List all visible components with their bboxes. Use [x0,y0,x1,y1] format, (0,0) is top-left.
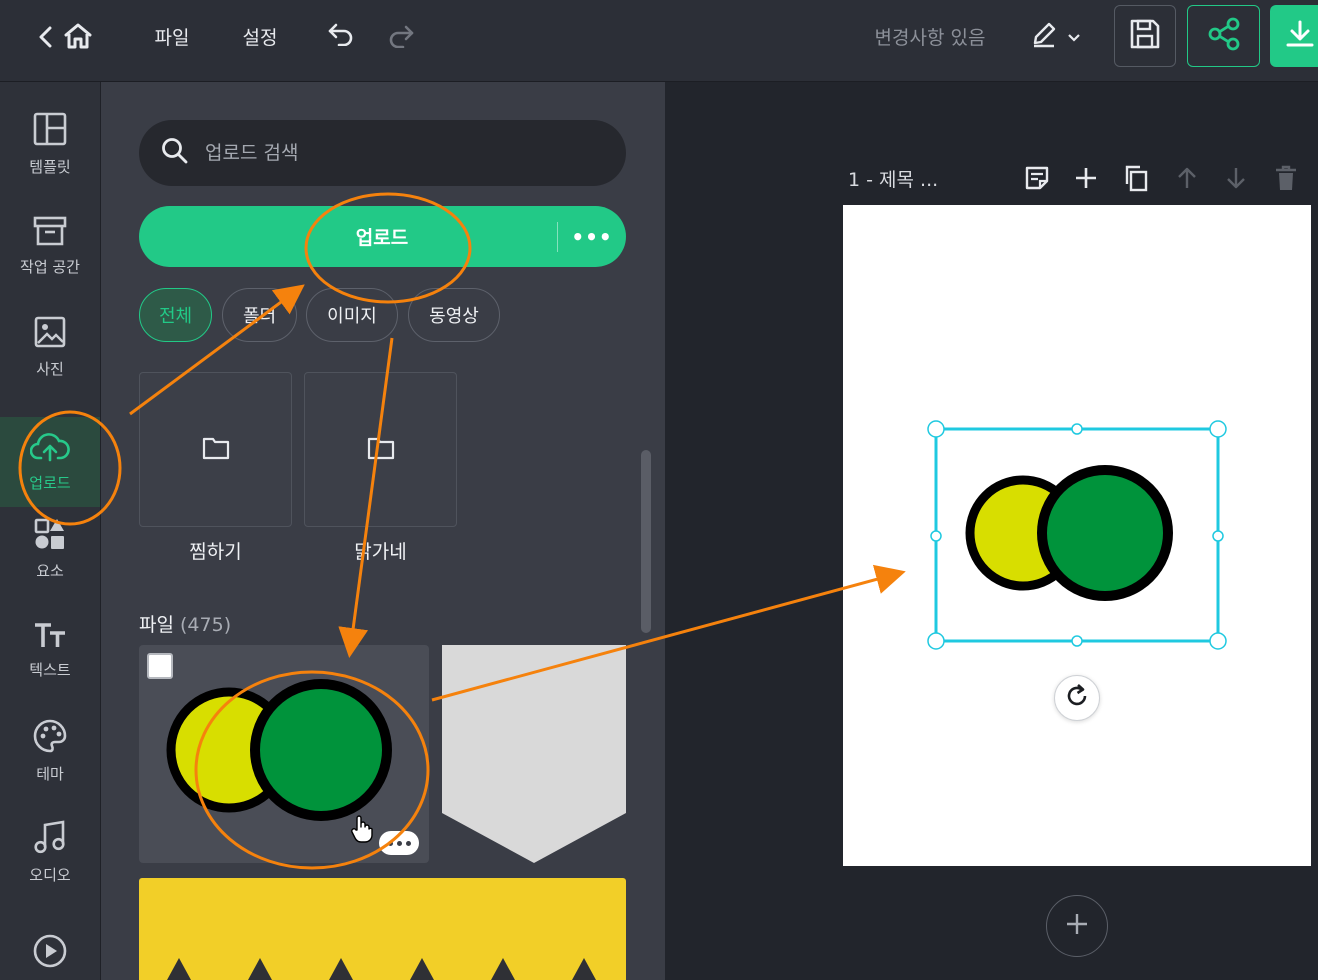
filter-chip-all[interactable]: 전체 [139,288,212,342]
more-options-icon[interactable] [379,831,419,855]
canvas-area: 1 - 제목 ... [665,82,1318,980]
move-page-up-icon[interactable] [1171,162,1203,194]
file-thumbnail-circles[interactable] [139,645,429,863]
palette-icon [33,719,67,757]
folder-card[interactable] [304,372,457,527]
delete-page-icon[interactable] [1270,162,1302,194]
layout-icon [33,112,67,150]
download-icon [1285,19,1315,53]
nav-label: 요소 [36,561,64,580]
banner-image [442,645,626,863]
save-status: 변경사항 있음 [874,26,986,49]
nav-label: 사진 [36,359,64,378]
edit-mode-button[interactable] [1022,18,1088,54]
nav-item-uploads[interactable]: 업로드 [0,417,100,507]
page-notes-icon[interactable] [1021,162,1053,194]
nav-label: 오디오 [29,865,71,884]
pattern-image [167,958,596,980]
files-label: 파일 [139,614,174,636]
share-icon [1207,17,1241,55]
nav-item-video[interactable] [0,912,100,980]
archive-icon [33,216,67,250]
files-count: (475) [180,614,232,636]
left-nav: 템플릿 작업 공간 사진 업로드 요소 텍스트 테마 오디오 [0,82,101,980]
nav-item-templates[interactable]: 템플릿 [0,98,100,190]
image-icon [34,316,66,352]
search-icon [161,137,189,169]
nav-label: 텍스트 [29,660,71,679]
save-icon [1129,18,1161,54]
search-input[interactable] [205,142,585,164]
nav-item-photos[interactable]: 사진 [0,301,100,393]
rotate-handle[interactable] [1054,675,1100,721]
filter-chip-image[interactable]: 이미지 [306,288,398,342]
panel-scrollbar[interactable] [641,450,651,633]
pencil-icon [1030,20,1058,52]
nav-label: 업로드 [29,473,71,492]
uploads-panel: 업로드 ••• 전체 폴더 이미지 동영상 찜하기 닭가네 파일 (475) [101,82,665,980]
shapes-icon [34,518,66,554]
upload-button-label: 업로드 [355,227,409,249]
nav-item-text[interactable]: 텍스트 [0,604,100,696]
filter-chip-video[interactable]: 동영상 [408,288,500,342]
add-page-button[interactable] [1046,895,1108,957]
nav-item-audio[interactable]: 오디오 [0,806,100,898]
design-page[interactable] [843,205,1311,866]
folder-icon [367,436,395,464]
page-content [927,420,1227,650]
duplicate-page-icon[interactable] [1120,162,1152,194]
nav-label: 작업 공간 [20,257,80,276]
filter-chip-folder[interactable]: 폴더 [222,288,297,342]
more-options-icon[interactable]: ••• [558,225,626,249]
undo-icon[interactable] [324,18,358,50]
top-bar: 파일 설정 변경사항 있음 [0,0,1318,82]
files-heading: 파일 (475) [139,610,231,637]
plus-icon [1065,912,1089,940]
page-title[interactable]: 1 - 제목 ... [848,165,938,192]
folder-card[interactable] [139,372,292,527]
file-thumbnail-pattern[interactable] [139,878,626,980]
cloud-upload-icon [29,432,70,466]
folder-name: 찜하기 [189,541,242,563]
upload-button[interactable]: 업로드 ••• [139,206,626,267]
redo-icon[interactable] [384,20,418,52]
hand-cursor-icon [351,815,373,847]
select-checkbox[interactable] [147,653,173,679]
download-button[interactable] [1270,5,1318,67]
rotate-icon [1064,683,1090,713]
search-bar[interactable] [139,120,626,186]
settings-menu[interactable]: 설정 [234,20,286,52]
text-icon [33,621,67,653]
folder-icon [202,436,230,464]
nav-item-themes[interactable]: 테마 [0,705,100,797]
music-icon [34,819,66,858]
chevron-down-icon [1068,27,1080,46]
add-page-icon[interactable] [1070,162,1102,194]
save-button[interactable] [1114,5,1176,67]
file-menu[interactable]: 파일 [146,20,198,52]
nav-label: 테마 [36,764,64,783]
nav-label: 템플릿 [29,157,71,176]
share-button[interactable] [1187,5,1260,67]
circles-image [166,679,392,821]
file-thumbnail-banner[interactable] [442,645,626,863]
nav-item-workspace[interactable]: 작업 공간 [0,200,100,292]
folder-name: 닭가네 [354,541,407,563]
move-page-down-icon[interactable] [1220,162,1252,194]
back-icon[interactable] [34,24,58,50]
nav-item-elements[interactable]: 요소 [0,503,100,595]
play-circle-icon [33,934,67,972]
home-icon[interactable] [60,18,96,54]
